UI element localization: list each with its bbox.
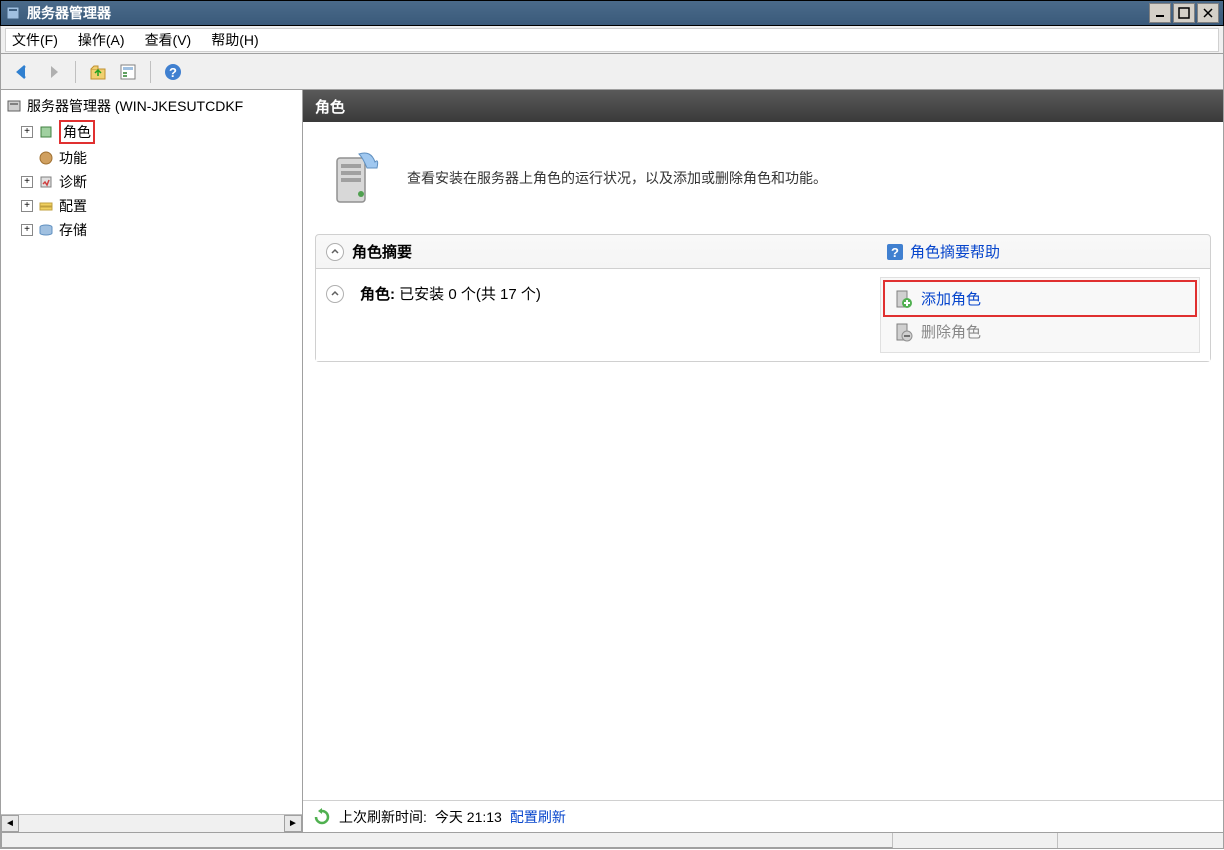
status-segment-main xyxy=(1,833,893,848)
last-refresh-time: 今天 21:13 xyxy=(435,807,502,827)
summary-actions: 添加角色 删除角色 xyxy=(880,277,1200,353)
refresh-icon xyxy=(313,808,331,826)
server-icon xyxy=(5,97,23,115)
features-icon xyxy=(37,149,55,167)
last-refresh-label: 上次刷新时间: xyxy=(339,807,427,827)
forward-button[interactable] xyxy=(41,60,65,84)
configure-refresh-link[interactable]: 配置刷新 xyxy=(510,807,566,827)
status-segment-3 xyxy=(1058,833,1223,848)
info-box: 查看安装在服务器上角色的运行状况，以及添加或删除角色和功能。 xyxy=(315,134,1211,230)
collapse-button-inner[interactable] xyxy=(326,285,344,303)
remove-role-label: 删除角色 xyxy=(921,321,981,342)
roles-icon xyxy=(37,123,55,141)
content-footer: 上次刷新时间: 今天 21:13 配置刷新 xyxy=(303,800,1223,832)
tree-item-features[interactable]: + 功能 xyxy=(1,146,302,170)
tree-configuration-label: 配置 xyxy=(59,196,87,216)
remove-role-icon xyxy=(893,322,913,342)
toolbar-separator xyxy=(75,61,76,83)
roles-label: 角色: xyxy=(360,286,395,303)
statusbar xyxy=(0,833,1224,849)
tree-item-diagnostics[interactable]: + 诊断 xyxy=(1,170,302,194)
tree-root-label: 服务器管理器 (WIN-JKESUTCDKF xyxy=(27,96,243,116)
svg-text:?: ? xyxy=(891,245,899,260)
summary-title: 角色摘要 xyxy=(352,241,886,262)
collapse-button[interactable] xyxy=(326,243,344,261)
tree-panel: 服务器管理器 (WIN-JKESUTCDKF + 角色 + 功能 + 诊断 + … xyxy=(1,90,303,832)
summary-body: 角色: 已安装 0 个(共 17 个) 添加角色 xyxy=(316,269,1210,361)
maximize-button[interactable] xyxy=(1173,3,1195,23)
roles-count: 角色: 已安装 0 个(共 17 个) xyxy=(360,283,541,304)
summary-help-link[interactable]: ? 角色摘要帮助 xyxy=(886,241,1000,262)
content-body: 查看安装在服务器上角色的运行状况，以及添加或删除角色和功能。 角色摘要 ? 角色… xyxy=(303,122,1223,800)
add-role-label: 添加角色 xyxy=(921,288,981,309)
roles-count-value: 已安装 0 个(共 17 个) xyxy=(399,286,541,303)
scroll-right-button[interactable]: ► xyxy=(284,815,302,832)
toolbar: ? xyxy=(0,54,1224,90)
tree-item-storage[interactable]: + 存储 xyxy=(1,218,302,242)
configuration-icon xyxy=(37,197,55,215)
menu-help[interactable]: 帮助(H) xyxy=(211,30,258,50)
tree-roles-label: 角色 xyxy=(59,120,95,144)
toolbar-separator xyxy=(150,61,151,83)
tree-features-label: 功能 xyxy=(59,148,87,168)
tree-root[interactable]: 服务器管理器 (WIN-JKESUTCDKF xyxy=(1,94,302,118)
up-folder-button[interactable] xyxy=(86,60,110,84)
diagnostics-icon xyxy=(37,173,55,191)
close-button[interactable] xyxy=(1197,3,1219,23)
app-icon xyxy=(5,5,21,21)
expand-icon[interactable]: + xyxy=(21,224,33,236)
status-segment-2 xyxy=(893,833,1058,848)
summary-header: 角色摘要 ? 角色摘要帮助 xyxy=(316,235,1210,269)
scroll-left-button[interactable]: ◄ xyxy=(1,815,19,832)
tree-diagnostics-label: 诊断 xyxy=(59,172,87,192)
server-role-icon xyxy=(323,146,387,210)
content-panel: 角色 查看安装在服务器上角色的运行状况，以及添加或删除角色和功能。 xyxy=(303,90,1223,832)
help-icon: ? xyxy=(886,243,904,261)
minimize-button[interactable] xyxy=(1149,3,1171,23)
scroll-track[interactable] xyxy=(19,815,284,832)
menubar: 文件(F) 操作(A) 查看(V) 帮助(H) xyxy=(0,26,1224,54)
tree-horizontal-scrollbar[interactable]: ◄ ► xyxy=(1,814,302,832)
content-spacer xyxy=(315,362,1211,788)
expand-icon[interactable]: + xyxy=(21,200,33,212)
info-text: 查看安装在服务器上角色的运行状况，以及添加或删除角色和功能。 xyxy=(407,168,827,188)
menu-action[interactable]: 操作(A) xyxy=(78,30,125,50)
expand-icon[interactable]: + xyxy=(21,176,33,188)
tree-item-configuration[interactable]: + 配置 xyxy=(1,194,302,218)
roles-summary-section: 角色摘要 ? 角色摘要帮助 角色: 已安装 0 个(共 17 个) xyxy=(315,234,1211,362)
svg-text:?: ? xyxy=(169,65,177,80)
summary-left: 角色: 已安装 0 个(共 17 个) xyxy=(326,277,880,353)
menu-file[interactable]: 文件(F) xyxy=(12,30,58,50)
help-button[interactable]: ? xyxy=(161,60,185,84)
remove-role-link[interactable]: 删除角色 xyxy=(885,315,1195,348)
summary-help-label: 角色摘要帮助 xyxy=(910,241,1000,262)
window-titlebar: 服务器管理器 xyxy=(0,0,1224,26)
menu-view[interactable]: 查看(V) xyxy=(145,30,192,50)
expand-icon[interactable]: + xyxy=(21,126,33,138)
tree-item-roles[interactable]: + 角色 xyxy=(1,118,302,146)
window-title: 服务器管理器 xyxy=(27,3,1149,23)
storage-icon xyxy=(37,221,55,239)
content-header: 角色 xyxy=(303,90,1223,122)
add-role-icon xyxy=(893,289,913,309)
add-role-link[interactable]: 添加角色 xyxy=(883,280,1197,317)
main-area: 服务器管理器 (WIN-JKESUTCDKF + 角色 + 功能 + 诊断 + … xyxy=(0,90,1224,833)
properties-button[interactable] xyxy=(116,60,140,84)
tree-storage-label: 存储 xyxy=(59,220,87,240)
back-button[interactable] xyxy=(11,60,35,84)
content-header-title: 角色 xyxy=(315,96,345,117)
tree-content: 服务器管理器 (WIN-JKESUTCDKF + 角色 + 功能 + 诊断 + … xyxy=(1,90,302,814)
